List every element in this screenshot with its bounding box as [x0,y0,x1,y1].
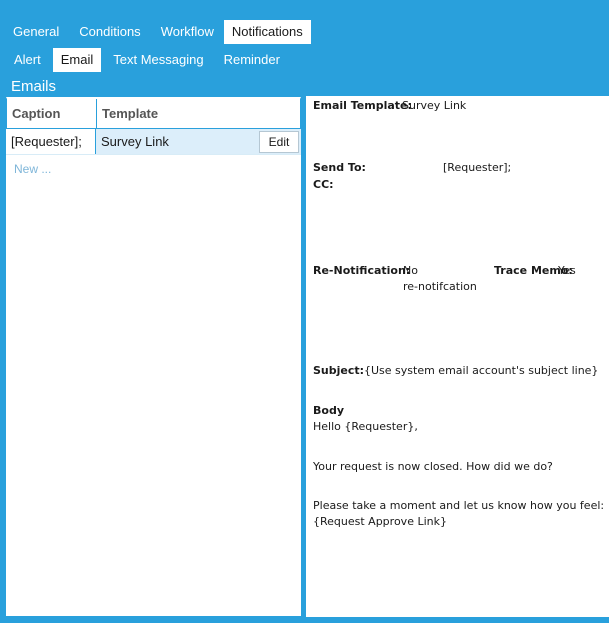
send-to-value: [Requester]; [443,161,512,174]
body-line: Please take a moment and let us know how… [313,499,605,512]
body-label: Body [313,404,344,417]
subject-label: Subject: [313,364,365,377]
renotification-value-line1: No [403,264,418,277]
tab-conditions[interactable]: Conditions [69,20,150,44]
template-label: Email Template: [313,99,412,112]
cc-label: CC: [313,178,334,191]
column-header-template[interactable]: Template [97,99,300,128]
tab-workflow[interactable]: Workflow [151,20,224,44]
body-line: Your request is now closed. How did we d… [313,460,553,473]
renotification-label: Re-Notification: [313,264,411,277]
grid-header: Caption Template [6,97,301,129]
renotification-value-line2: re-notifcation [403,280,477,293]
column-header-caption[interactable]: Caption [7,99,97,128]
tab-reminder[interactable]: Reminder [214,48,290,72]
row-template-cell: Survey Link Edit [96,129,301,154]
emails-grid: Caption Template [Requester]; Survey Lin… [6,97,301,183]
body-line: {Request Approve Link} [313,515,447,528]
send-to-label: Send To: [313,161,366,174]
trace-memo-value: Yes [558,264,576,277]
secondary-tabs: Alert Email Text Messaging Reminder [0,48,290,72]
body-line: Hello {Requester}, [313,420,418,433]
row-template: Survey Link [101,133,169,149]
emails-panel: Emails Caption Template [Requester]; Sur… [5,75,302,617]
tab-email[interactable]: Email [52,48,102,72]
table-row[interactable]: [Requester]; Survey Link Edit [6,129,301,155]
new-email-link[interactable]: New ... [6,155,301,183]
primary-tabs: General Conditions Workflow Notification… [0,20,311,44]
emails-panel-title: Emails [6,76,301,97]
email-details-panel: Email Template: Survey Link Send To: [Re… [306,75,609,617]
subject-value: {Use system email account's subject line… [364,364,599,377]
tab-general[interactable]: General [0,20,69,44]
row-caption: [Requester]; [6,129,96,154]
edit-button[interactable]: Edit [259,130,299,153]
tab-notifications[interactable]: Notifications [223,20,311,44]
tab-text-messaging[interactable]: Text Messaging [103,48,213,72]
template-value: Survey Link [402,99,467,112]
tab-alert[interactable]: Alert [0,48,51,72]
